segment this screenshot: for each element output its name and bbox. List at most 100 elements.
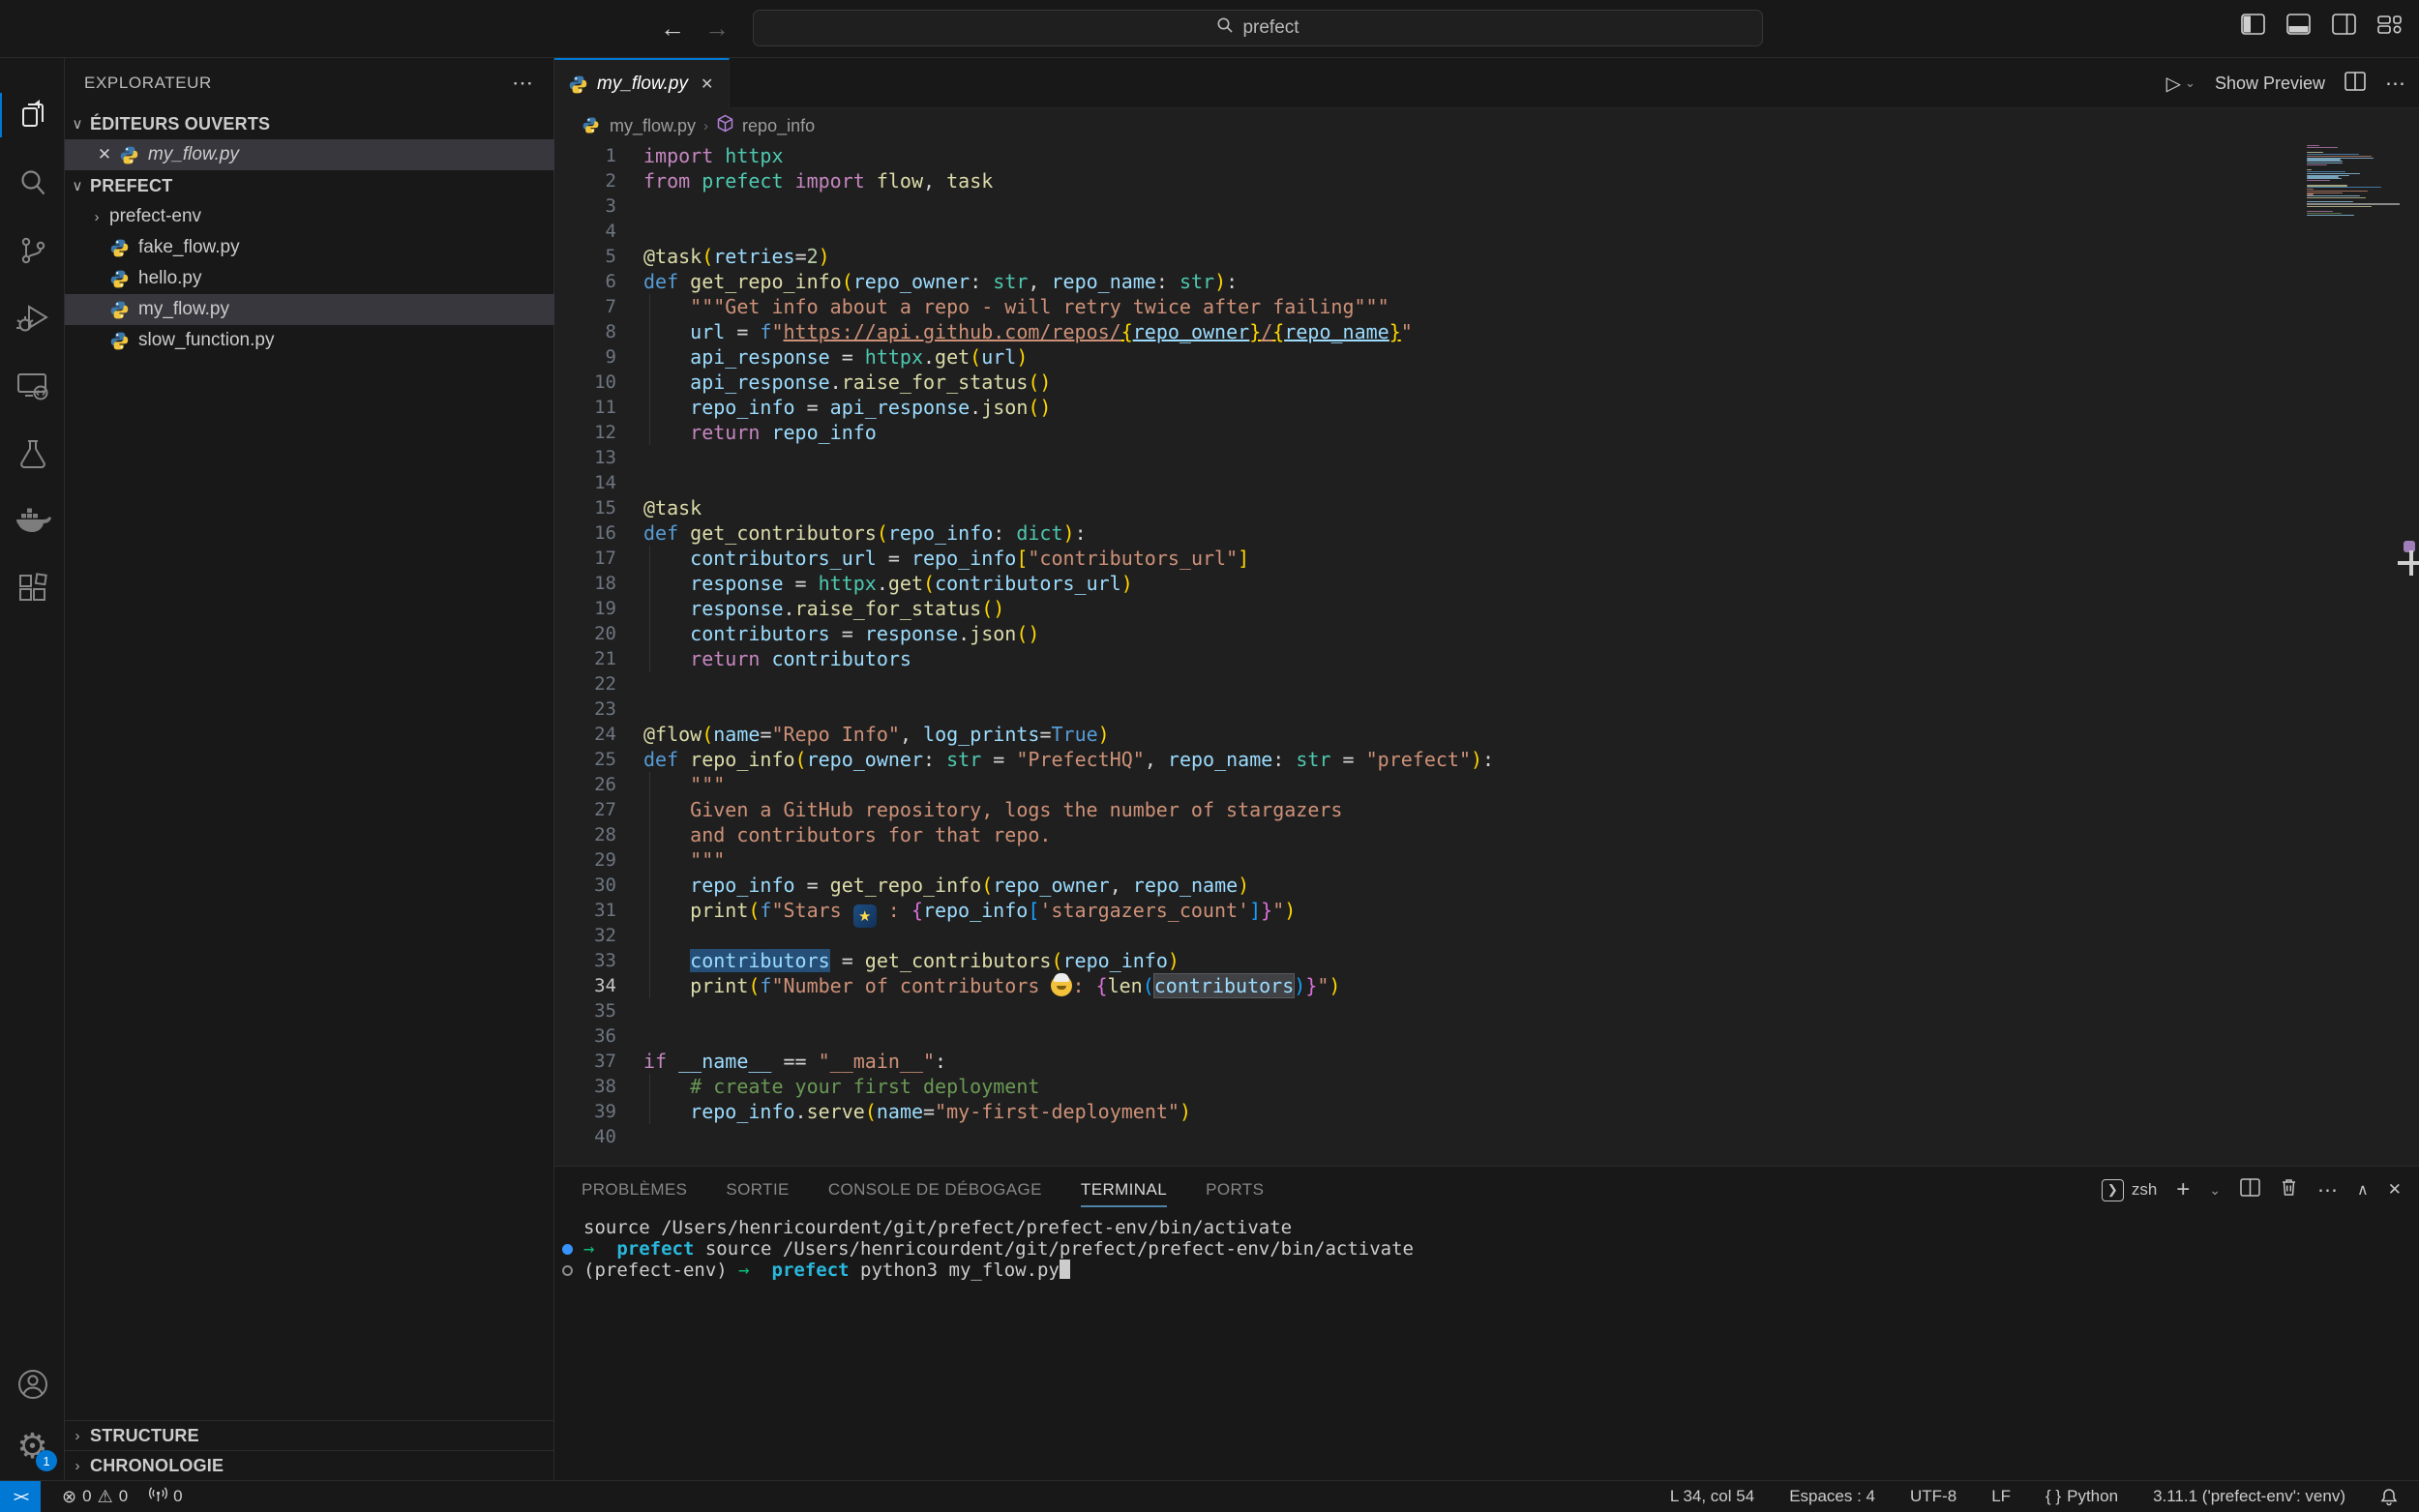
code-line[interactable]: 12 return repo_info <box>554 420 2419 445</box>
code-line[interactable]: 29 """ <box>554 847 2419 873</box>
code-line[interactable]: 33 contributors = get_contributors(repo_… <box>554 948 2419 973</box>
tree-item-selected[interactable]: my_flow.py <box>65 294 554 325</box>
workspace-section-header[interactable]: ∨ PREFECT <box>65 170 554 201</box>
terminal-content[interactable]: source /Users/henricourdent/git/prefect/… <box>554 1217 2419 1480</box>
breadcrumb-file[interactable]: my_flow.py <box>610 116 696 136</box>
code-line[interactable]: 22 <box>554 671 2419 697</box>
code-line[interactable]: 21 return contributors <box>554 646 2419 671</box>
panel-tab-terminal[interactable]: TERMINAL <box>1081 1167 1167 1213</box>
code-line[interactable]: 10 api_response.raise_for_status() <box>554 370 2419 395</box>
code-line[interactable]: 15@task <box>554 495 2419 520</box>
eol-status[interactable]: LF <box>1991 1487 2011 1506</box>
code-line[interactable]: 1import httpx <box>554 143 2419 168</box>
code-line[interactable]: 9 api_response = httpx.get(url) <box>554 344 2419 370</box>
indentation-status[interactable]: Espaces : 4 <box>1789 1487 1875 1506</box>
panel-tab-ports[interactable]: PORTS <box>1206 1167 1264 1213</box>
code-line[interactable]: 25def repo_info(repo_owner: str = "Prefe… <box>554 747 2419 772</box>
code-line[interactable]: 38 # create your first deployment <box>554 1074 2419 1099</box>
code-line[interactable]: 3 <box>554 193 2419 219</box>
extensions-icon[interactable] <box>0 559 65 619</box>
code-line[interactable]: 6def get_repo_info(repo_owner: str, repo… <box>554 269 2419 294</box>
open-editor-item[interactable]: ✕ my_flow.py <box>65 139 554 170</box>
toggle-panel-icon[interactable] <box>2286 14 2311 35</box>
encoding-status[interactable]: UTF-8 <box>1910 1487 1956 1506</box>
show-preview-button[interactable]: Show Preview <box>2215 74 2325 94</box>
code-line[interactable]: 7 """Get info about a repo - will retry … <box>554 294 2419 319</box>
python-interpreter[interactable]: 3.11.1 ('prefect-env': venv) <box>2153 1487 2345 1506</box>
search-view-icon[interactable] <box>0 153 65 213</box>
notifications-bell-icon[interactable] <box>2380 1488 2398 1506</box>
code-line[interactable]: 40 <box>554 1124 2419 1149</box>
tree-item[interactable]: hello.py <box>65 263 554 294</box>
code-line[interactable]: 17 contributors_url = repo_info["contrib… <box>554 546 2419 571</box>
settings-gear-icon[interactable]: ⚙ 1 <box>0 1417 65 1477</box>
split-editor-icon[interactable] <box>2344 72 2366 96</box>
close-icon[interactable]: ✕ <box>90 145 119 164</box>
tree-item[interactable]: fake_flow.py <box>65 232 554 263</box>
terminal-profile[interactable]: ❯ zsh <box>2102 1179 2157 1201</box>
explorer-more-icon[interactable]: ⋯ <box>512 71 534 96</box>
command-center-search[interactable]: prefect <box>753 10 1763 46</box>
code-line[interactable]: 13 <box>554 445 2419 470</box>
toggle-sidebar-icon[interactable] <box>2241 14 2265 35</box>
panel-tab-console-de-d-bogage[interactable]: CONSOLE DE DÉBOGAGE <box>828 1167 1042 1213</box>
run-dropdown-icon[interactable]: ⌄ <box>2185 75 2195 91</box>
code-line[interactable]: 37if __name__ == "__main__": <box>554 1049 2419 1074</box>
code-line[interactable]: 18 response = httpx.get(contributors_url… <box>554 571 2419 596</box>
code-line[interactable]: 30 repo_info = get_repo_info(repo_owner,… <box>554 873 2419 898</box>
panel-tab-sortie[interactable]: SORTIE <box>726 1167 789 1213</box>
problems-status[interactable]: ⊗ 0 ⚠ 0 <box>62 1487 128 1507</box>
panel-tab-probl-mes[interactable]: PROBLÈMES <box>582 1167 687 1213</box>
tree-item-folder[interactable]: › prefect-env <box>65 201 554 232</box>
remote-explorer-icon[interactable] <box>0 356 65 416</box>
testing-icon[interactable] <box>0 424 65 484</box>
code-line[interactable]: 2from prefect import flow, task <box>554 168 2419 193</box>
code-line[interactable]: 32 <box>554 923 2419 948</box>
nav-forward-button[interactable]: → <box>701 14 733 44</box>
structure-section[interactable]: › STRUCTURE <box>65 1420 554 1450</box>
code-line[interactable]: 34 print(f"Number of contributors : {len… <box>554 973 2419 998</box>
explorer-icon[interactable] <box>0 85 65 145</box>
editor-more-icon[interactable]: ⋯ <box>2385 72 2405 96</box>
remote-indicator[interactable]: >< <box>0 1481 41 1512</box>
panel-more-icon[interactable]: ⋯ <box>2317 1178 2338 1202</box>
new-terminal-button[interactable]: + <box>2176 1176 2190 1203</box>
code-line[interactable]: 26 """ <box>554 772 2419 797</box>
language-mode[interactable]: { } Python <box>2046 1487 2118 1506</box>
code-line[interactable]: 27 Given a GitHub repository, logs the n… <box>554 797 2419 822</box>
terminal-dropdown-icon[interactable]: ⌄ <box>2209 1182 2221 1199</box>
code-line[interactable]: 11 repo_info = api_response.json() <box>554 395 2419 420</box>
code-line[interactable]: 19 response.raise_for_status() <box>554 596 2419 621</box>
kill-terminal-icon[interactable] <box>2280 1177 2298 1202</box>
timeline-section[interactable]: › CHRONOLOGIE <box>65 1450 554 1480</box>
code-line[interactable]: 28 and contributors for that repo. <box>554 822 2419 847</box>
code-line[interactable]: 39 repo_info.serve(name="my-first-deploy… <box>554 1099 2419 1124</box>
tree-item[interactable]: slow_function.py <box>65 325 554 356</box>
code-line[interactable]: 14 <box>554 470 2419 495</box>
code-line[interactable]: 4 <box>554 219 2419 244</box>
cursor-position[interactable]: L 34, col 54 <box>1670 1487 1754 1506</box>
tab-my-flow[interactable]: my_flow.py ✕ <box>554 58 730 108</box>
docker-icon[interactable] <box>0 491 65 551</box>
code-line[interactable]: 31 print(f"Stars ★ : {repo_info['stargaz… <box>554 898 2419 923</box>
minimap[interactable] <box>2307 145 2400 218</box>
code-line[interactable]: 5@task(retries=2) <box>554 244 2419 269</box>
tab-close-icon[interactable]: ✕ <box>701 74 713 94</box>
code-line[interactable]: 36 <box>554 1023 2419 1049</box>
open-editors-section-header[interactable]: ∨ ÉDITEURS OUVERTS <box>65 108 554 139</box>
close-panel-icon[interactable]: ✕ <box>2388 1180 2402 1200</box>
maximize-panel-icon[interactable]: ∧ <box>2357 1180 2369 1200</box>
code-line[interactable]: 8 url = f"https://api.github.com/repos/{… <box>554 319 2419 344</box>
ports-status[interactable]: 0 <box>149 1486 182 1507</box>
nav-back-button[interactable]: ← <box>656 14 689 44</box>
split-terminal-icon[interactable] <box>2240 1178 2260 1202</box>
account-icon[interactable] <box>0 1354 65 1414</box>
toggle-secondary-sidebar-icon[interactable] <box>2332 14 2356 35</box>
code-area[interactable]: 1import httpx2from prefect import flow, … <box>554 143 2419 1166</box>
code-line[interactable]: 16def get_contributors(repo_info: dict): <box>554 520 2419 546</box>
run-python-button[interactable]: ▷ ⌄ <box>2166 72 2195 96</box>
code-line[interactable]: 24@flow(name="Repo Info", log_prints=Tru… <box>554 722 2419 747</box>
code-line[interactable]: 23 <box>554 697 2419 722</box>
breadcrumb-symbol[interactable]: repo_info <box>742 116 815 136</box>
code-line[interactable]: 35 <box>554 998 2419 1023</box>
